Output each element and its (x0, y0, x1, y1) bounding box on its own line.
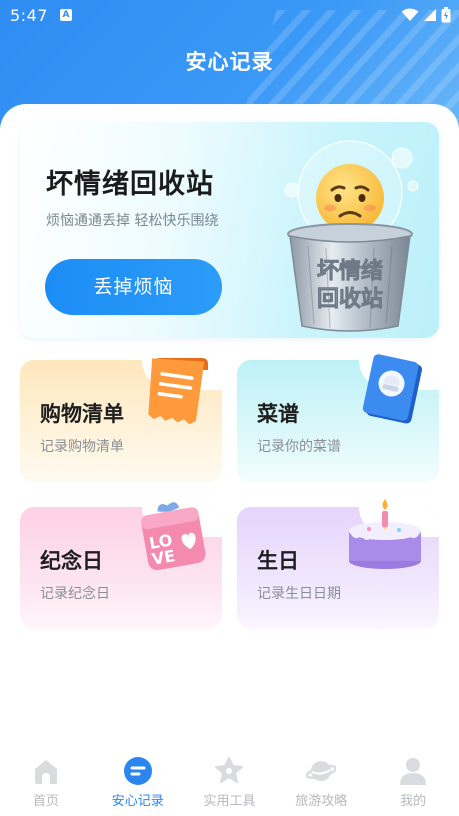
card-subtitle: 记录生日日期 (257, 586, 341, 602)
wifi-icon (401, 8, 419, 21)
nav-item-tools[interactable]: 实用工具 (184, 754, 276, 816)
discard-worries-button[interactable]: 丢掉烦恼 (45, 259, 222, 315)
nav-label: 实用工具 (203, 794, 256, 809)
nav-label: 旅游攻略 (295, 794, 348, 809)
nav-label: 首页 (32, 794, 59, 809)
love-gift-box-icon: LO VE (141, 502, 206, 571)
status-icons (401, 7, 451, 23)
anniversary-card[interactable]: 纪念日 记录纪念日 LO VE (20, 502, 222, 629)
card-title: 菜谱 (257, 402, 299, 426)
recipe-card[interactable]: 菜谱 记录你的菜谱 (237, 354, 439, 482)
can-label-line2: 回收站 (317, 286, 383, 312)
bottom-navigation: 首页 安心记录 实用工具 旅游攻略 我的 (0, 754, 459, 816)
battery-icon (441, 7, 451, 23)
card-title: 生日 (257, 549, 299, 573)
recipe-book-icon (362, 354, 422, 424)
status-bar: 5:47 A (0, 0, 459, 30)
card-subtitle: 记录纪念日 (40, 586, 110, 602)
status-time: 5:47 (10, 6, 48, 25)
card-subtitle: 记录你的菜谱 (257, 439, 341, 455)
can-label-line1: 坏情绪 (317, 258, 383, 284)
signal-icon (424, 9, 436, 21)
hero-title: 坏情绪回收站 (46, 169, 214, 200)
card-subtitle: 记录购物清单 (40, 439, 124, 455)
card-title: 纪念日 (40, 549, 103, 573)
nav-label: 我的 (400, 794, 427, 809)
nav-label: 安心记录 (111, 794, 164, 809)
shopping-list-card[interactable]: 购物清单 记录购物清单 (20, 358, 222, 482)
gift-box-letters-bottom: VE (150, 546, 176, 569)
nav-item-home[interactable]: 首页 (0, 754, 92, 816)
person-icon (400, 758, 427, 785)
note-icon (123, 757, 152, 785)
hero-subtitle: 烦恼通通丢掉 轻松快乐围绕 (46, 213, 219, 229)
trash-can-emoji-illustration: 坏情绪 回收站 (284, 140, 419, 332)
birthday-cake-icon (349, 499, 421, 569)
card-title: 购物清单 (40, 402, 124, 426)
home-icon (34, 760, 57, 784)
planet-icon (306, 761, 337, 781)
receipt-icon (148, 358, 208, 425)
notification-badge: A (60, 9, 72, 21)
nav-item-travel[interactable]: 旅游攻略 (275, 754, 367, 816)
star-tool-icon (215, 757, 244, 783)
birthday-card[interactable]: 生日 记录生日日期 (237, 499, 439, 629)
nav-item-records[interactable]: 安心记录 (92, 754, 184, 816)
page-title: 安心记录 (185, 50, 274, 74)
mood-recycle-card[interactable]: 坏情绪回收站 烦恼通通丢掉 轻松快乐围绕 丢掉烦恼 坏情绪 回收站 (20, 122, 439, 338)
nav-item-profile[interactable]: 我的 (367, 754, 459, 816)
